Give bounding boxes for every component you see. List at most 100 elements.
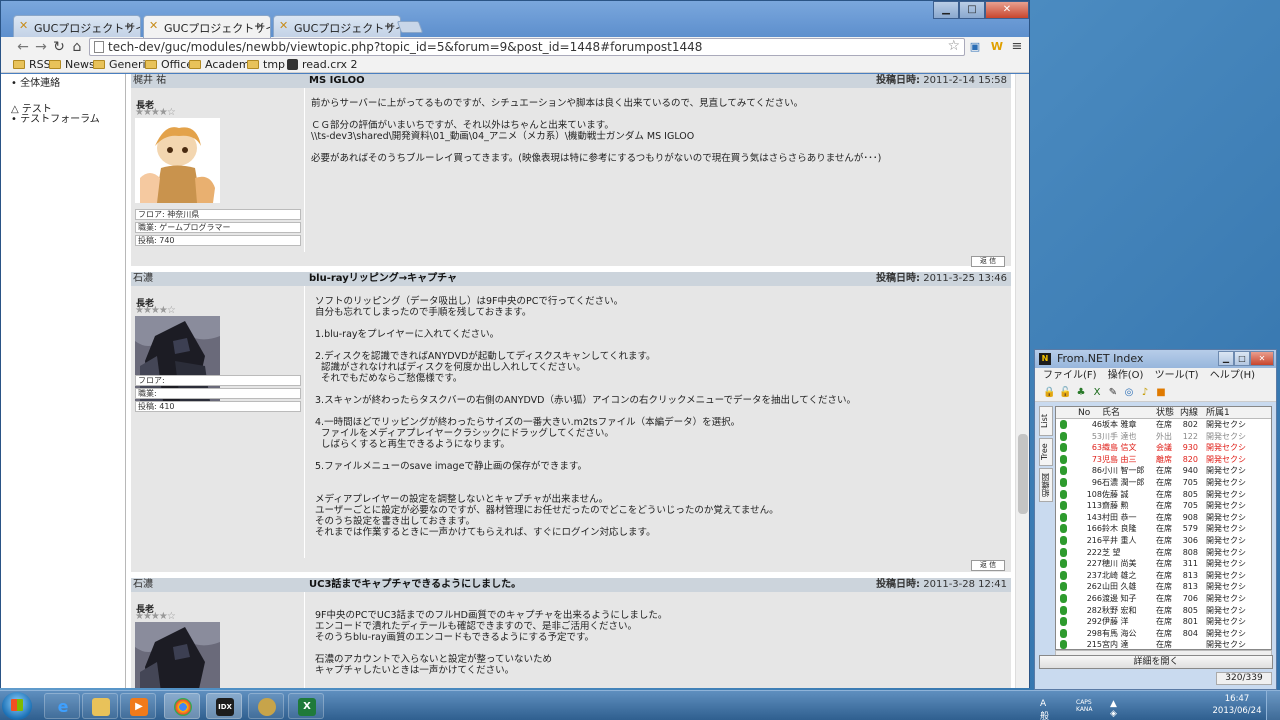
show-desktop-button[interactable] [1266, 691, 1280, 720]
cell-department: 開発セクシ [1206, 478, 1246, 487]
presence-icon [1060, 420, 1067, 429]
ime-indicator[interactable]: A 般 [1040, 699, 1049, 720]
tab-close-icon[interactable]: × [256, 19, 265, 32]
bookmark-folder-rss[interactable]: RSS [13, 58, 51, 72]
tab-close-icon[interactable]: × [386, 19, 395, 32]
maximize-button[interactable]: □ [1234, 351, 1250, 366]
maximize-button[interactable]: □ [959, 1, 985, 19]
table-row[interactable]: 63 織島 信文 会議 930 開発セクシ [1056, 442, 1271, 453]
refresh-icon[interactable]: ◎ [1123, 387, 1135, 399]
cell-no: 237 [1086, 570, 1102, 580]
menu-icon[interactable]: ≡ [1009, 39, 1025, 55]
post-author[interactable]: 石濃 [133, 272, 153, 286]
bookmark-folder-generic[interactable]: Generic [93, 58, 152, 72]
taskbar-excel[interactable]: X [288, 693, 324, 719]
table-row[interactable]: 222 芝 望 在席 808 開発セクシ [1056, 547, 1271, 558]
edit-icon[interactable]: ✎ [1107, 387, 1119, 399]
tab-close-icon[interactable]: × [126, 19, 135, 32]
address-bar[interactable]: tech-dev/guc/modules/newbb/viewtopic.php… [89, 38, 965, 56]
lock-open-icon[interactable]: 🔓 [1059, 387, 1071, 399]
menu-help[interactable]: ヘルプ(H) [1210, 370, 1255, 381]
table-row[interactable]: 166 鈴木 良隆 在席 579 開発セクシ [1056, 523, 1271, 534]
cell-name: 穂川 尚美 [1102, 559, 1137, 569]
page-scrollbar[interactable] [1015, 74, 1029, 688]
sidebar-item-general[interactable]: • 全体連絡 [11, 74, 60, 89]
side-tab-org[interactable]: 組織図 [1039, 468, 1053, 502]
bookmark-label: read.crx 2 [302, 58, 358, 71]
table-row[interactable]: 108 佐藤 誠 在席 805 開発セクシ [1056, 489, 1271, 500]
cell-no: 215 [1086, 640, 1102, 650]
bookmark-label: News [65, 58, 95, 71]
table-row[interactable]: 73 児島 由三 離席 820 開発セクシ [1056, 454, 1271, 465]
presence-icon [1060, 489, 1067, 499]
employee-table: No 氏名 状態 内線 所属1 46 坂本 雅章 在席 802 開発セクシ 53 川手 達也… [1055, 406, 1272, 650]
reload-icon[interactable]: ↻ [51, 39, 67, 55]
table-row[interactable]: 227 穂川 尚美 在席 311 開発セクシ [1056, 558, 1271, 569]
post-author[interactable]: 石濃 [133, 578, 153, 592]
browser-tab-1[interactable]: ✕ GUCプロジェクトサイト × [13, 15, 141, 37]
menu-tools[interactable]: ツール(T) [1155, 370, 1199, 381]
extension-w-icon[interactable]: W [989, 39, 1005, 55]
col-extension[interactable]: 内線 [1180, 407, 1204, 419]
post-author[interactable]: 梶井 祐 [133, 74, 166, 88]
table-row[interactable]: 96 石濃 潤一郎 在席 705 開発セクシ [1056, 477, 1271, 488]
sidebar-item-test-forum[interactable]: • テストフォーラム [11, 110, 100, 125]
minimize-button[interactable]: ▁ [1218, 351, 1234, 366]
home-icon[interactable]: ⌂ [69, 39, 85, 55]
col-name[interactable]: 氏名 [1102, 407, 1120, 419]
side-tab-tree[interactable]: Tree [1039, 438, 1053, 466]
table-row[interactable]: 143 村田 恭一 在席 908 開発セクシ [1056, 512, 1271, 523]
browser-tab-2-active[interactable]: ✕ GUCプロジェクトサイト × [143, 15, 271, 38]
table-row[interactable]: 215 宮内 達 在席 開発セクシ [1056, 639, 1271, 650]
table-row[interactable]: 266 渡邊 知子 在席 706 開発セクシ [1056, 593, 1271, 604]
taskbar-media-player[interactable]: ▶ [120, 693, 156, 719]
table-row[interactable]: 237 北崎 雄之 在席 813 開発セクシ [1056, 570, 1271, 581]
excel-icon[interactable]: X [1091, 387, 1103, 399]
taskbar-chrome[interactable] [164, 693, 200, 719]
table-row[interactable]: 292 伊藤 洋 在席 801 開発セクシ [1056, 616, 1271, 627]
taskbar-ie[interactable]: e [44, 693, 80, 719]
bookmark-folder-news[interactable]: News [49, 58, 95, 72]
col-status[interactable]: 状態 [1156, 407, 1174, 419]
browser-tab-3[interactable]: ✕ GUCプロジェクトサイト × [273, 15, 401, 37]
tray-icons[interactable]: ▲ ◈ ✉ ♪ ▮ [1110, 699, 1118, 720]
forward-arrow-icon[interactable]: → [33, 39, 49, 55]
cell-extension: 930 [1182, 443, 1198, 453]
bell-icon[interactable]: ♪ [1139, 387, 1151, 399]
open-detail-button[interactable]: 詳細を開く [1039, 655, 1273, 669]
menu-file[interactable]: ファイル(F) [1043, 370, 1097, 381]
table-row[interactable]: 282 秋野 宏和 在席 805 開発セクシ [1056, 605, 1271, 616]
settings-icon[interactable]: ■ [1155, 387, 1167, 399]
menu-operation[interactable]: 操作(O) [1108, 370, 1144, 381]
bookmark-folder-tmp[interactable]: tmp [247, 58, 285, 72]
table-row[interactable]: 113 齋藤 勲 在席 705 開発セクシ [1056, 500, 1271, 511]
table-row[interactable]: 216 平井 重人 在席 306 開発セクシ [1056, 535, 1271, 546]
taskbar-fromnet[interactable]: IDX [206, 693, 242, 719]
bookmark-folder-office[interactable]: Office [145, 58, 193, 72]
presence-icon [1060, 605, 1067, 615]
table-row[interactable]: 298 有馬 海公 在席 804 開発セクシ [1056, 628, 1271, 639]
start-button[interactable] [2, 692, 32, 720]
lock-icon[interactable]: 🔒 [1043, 387, 1055, 399]
close-button[interactable]: ✕ [985, 1, 1029, 19]
clock[interactable]: 16:47 2013/06/24 [1212, 693, 1262, 717]
reply-button[interactable]: 返 信 [971, 560, 1005, 571]
bookmark-star-icon[interactable]: ☆ [947, 38, 960, 54]
side-tab-list[interactable]: List [1039, 406, 1053, 436]
close-button[interactable]: ✕ [1250, 351, 1274, 366]
bookmark-read-crx[interactable]: read.crx 2 [287, 58, 358, 72]
taskbar-explorer[interactable] [82, 693, 118, 719]
extension-icon[interactable]: ▣ [967, 39, 983, 55]
reply-button[interactable]: 返 信 [971, 256, 1005, 267]
scrollbar-thumb[interactable] [1018, 434, 1028, 514]
user-add-icon[interactable]: ♣ [1075, 387, 1087, 399]
minimize-button[interactable]: ▁ [933, 1, 959, 19]
table-row[interactable]: 46 坂本 雅章 在席 802 開発セクシ [1056, 419, 1271, 430]
taskbar-app[interactable] [248, 693, 284, 719]
new-tab-button[interactable] [396, 21, 424, 33]
table-row[interactable]: 262 山田 久雄 在席 813 開発セクシ [1056, 581, 1271, 592]
table-row[interactable]: 53 川手 達也 外出 122 開発セクシ [1056, 431, 1271, 442]
back-arrow-icon[interactable]: ← [15, 39, 31, 55]
table-row[interactable]: 86 小川 智一郎 在席 940 開発セクシ [1056, 465, 1271, 476]
col-department[interactable]: 所属1 [1206, 407, 1230, 419]
